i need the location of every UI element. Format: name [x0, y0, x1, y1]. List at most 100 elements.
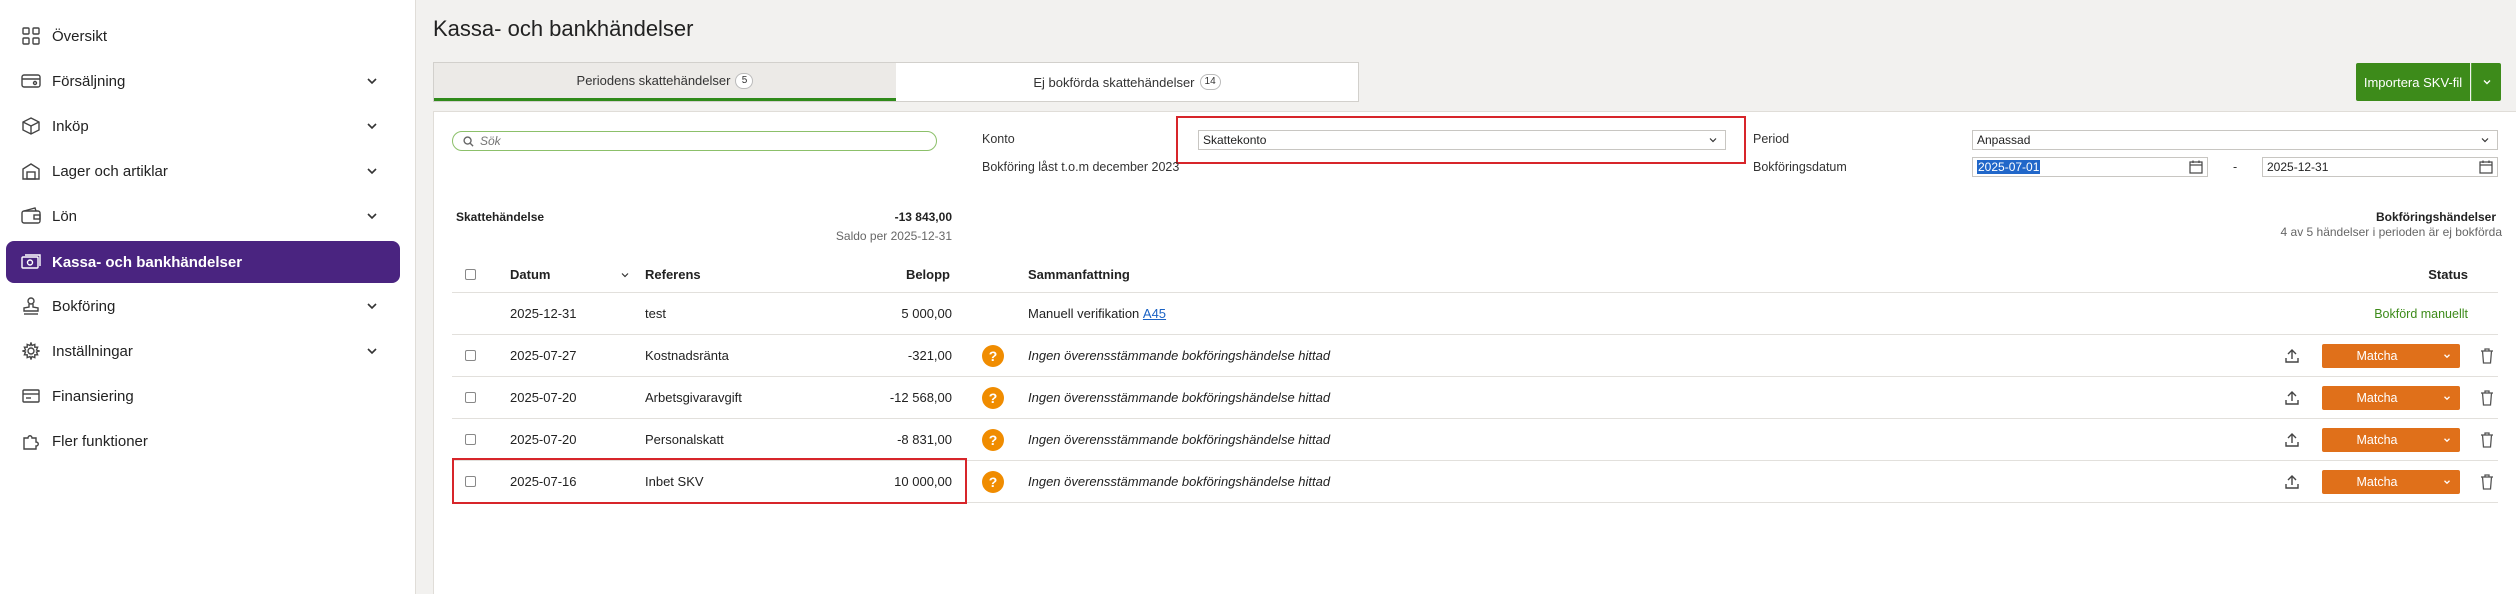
- sidebar-item-forsaljning[interactable]: Försäljning: [6, 61, 400, 101]
- chevron-down-icon: [367, 78, 377, 85]
- gear-icon: [20, 340, 42, 362]
- grid-icon: [20, 25, 42, 47]
- chevron-down-icon: [367, 303, 377, 310]
- sidebar-item-label: Översikt: [52, 27, 108, 45]
- date-to-value: 2025-12-31: [2267, 160, 2329, 174]
- question-icon[interactable]: ?: [982, 428, 1004, 451]
- row-summary: Manuell verifikation A45: [1028, 293, 1166, 334]
- search-input[interactable]: [480, 134, 920, 148]
- sidebar-item-kassa-bank[interactable]: Kassa- och bankhändelser: [6, 241, 400, 283]
- table-row: 2025-07-27 Kostnadsränta -321,00 ? Ingen…: [452, 335, 2498, 377]
- row-date: 2025-07-20: [510, 390, 577, 405]
- row-amount: 5 000,00: [901, 306, 952, 321]
- calendar-icon[interactable]: [2479, 160, 2493, 174]
- sidebar-item-lon[interactable]: Lön: [6, 196, 400, 236]
- sidebar-item-installningar[interactable]: Inställningar: [6, 331, 400, 371]
- wallet-icon: [20, 205, 42, 227]
- bookings-count-text: 4 av 5 händelser i perioden är ej bokför…: [2280, 225, 2502, 239]
- sort-icon[interactable]: [619, 257, 631, 292]
- tab-label: Ej bokförda skattehändelser: [1033, 74, 1195, 90]
- question-icon[interactable]: ?: [982, 470, 1004, 493]
- verification-link[interactable]: A45: [1143, 306, 1166, 321]
- chevron-down-icon: [2444, 480, 2450, 485]
- upload-icon[interactable]: [2284, 335, 2300, 376]
- trash-icon[interactable]: [2480, 377, 2494, 418]
- warehouse-icon: [20, 160, 42, 182]
- table-row: 2025-07-20 Personalskatt -8 831,00 ? Ing…: [452, 419, 2498, 461]
- count-badge: 14: [1199, 74, 1221, 90]
- col-referens[interactable]: Referens: [645, 257, 701, 292]
- row-reference: Personalskatt: [645, 432, 724, 447]
- match-label: Matcha: [2356, 391, 2398, 405]
- upload-icon[interactable]: [2284, 377, 2300, 418]
- date-from-value: 2025-07-01: [1977, 160, 2041, 174]
- upload-icon[interactable]: [2284, 461, 2300, 502]
- sidebar-item-finansiering[interactable]: Finansiering: [6, 376, 400, 416]
- table-header: Datum Referens Belopp Sammanfattning Sta…: [452, 257, 2498, 293]
- question-icon[interactable]: ?: [982, 386, 1004, 409]
- chevron-down-icon: [367, 348, 377, 355]
- table-row: 2025-12-31 test 5 000,00 Manuell verifik…: [452, 293, 2498, 335]
- highlight-box: [452, 458, 967, 504]
- sidebar-item-inkop[interactable]: Inköp: [6, 106, 400, 146]
- konto-label: Konto: [982, 132, 1015, 146]
- match-label: Matcha: [2356, 349, 2398, 363]
- row-reference: Arbetsgivaravgift: [645, 390, 742, 405]
- sidebar-item-lager[interactable]: Lager och artiklar: [6, 151, 400, 191]
- sidebar-item-label: Fler funktioner: [52, 432, 148, 450]
- status-text: Bokförd manuellt: [2374, 306, 2468, 321]
- date-from-field[interactable]: 2025-07-01: [1972, 157, 2208, 177]
- calendar-icon[interactable]: [2189, 160, 2203, 174]
- trash-icon[interactable]: [2480, 461, 2494, 502]
- import-skv-button[interactable]: Importera SKV-fil: [2356, 63, 2470, 101]
- sidebar-item-oversikt[interactable]: Översikt: [6, 16, 400, 56]
- match-label: Matcha: [2356, 475, 2398, 489]
- date-to-field[interactable]: 2025-12-31: [2262, 157, 2498, 177]
- match-button[interactable]: Matcha: [2322, 428, 2460, 452]
- lock-text: Bokföring låst t.o.m december 2023: [982, 160, 1180, 174]
- puzzle-icon: [20, 430, 42, 452]
- sidebar-item-bokforing[interactable]: Bokföring: [6, 286, 400, 326]
- tab-bar: Periodens skattehändelser 5 Ej bokförda …: [433, 62, 1359, 102]
- bank-icon: [20, 251, 42, 273]
- row-summary: Ingen överensstämmande bokföringshändels…: [1028, 474, 1331, 489]
- question-icon[interactable]: ?: [982, 344, 1004, 367]
- chevron-down-icon: [2444, 438, 2450, 443]
- col-datum[interactable]: Datum: [510, 257, 550, 292]
- summary-label: Skattehändelse: [456, 210, 545, 224]
- tab-label: Periodens skattehändelser: [576, 73, 731, 88]
- page-title: Kassa- och bankhändelser: [433, 16, 694, 41]
- summary-text: Manuell verifikation: [1028, 306, 1140, 321]
- summary-amount: -13 843,00: [894, 210, 952, 224]
- search-box[interactable]: [452, 131, 937, 151]
- sidebar-item-label: Bokföring: [52, 297, 116, 315]
- row-reference: test: [645, 306, 666, 321]
- sidebar-item-label: Kassa- och bankhändelser: [52, 253, 243, 271]
- sidebar: Översikt Försäljning Inköp Lager och art…: [0, 0, 416, 594]
- tab-ej-bokforda-skattehandelser[interactable]: Ej bokförda skattehändelser 14: [896, 63, 1358, 101]
- sidebar-item-label: Finansiering: [52, 387, 134, 405]
- period-select[interactable]: Anpassad: [1972, 130, 2498, 150]
- col-belopp[interactable]: Belopp: [906, 257, 950, 292]
- trash-icon[interactable]: [2480, 335, 2494, 376]
- import-options-button[interactable]: [2471, 63, 2501, 101]
- chevron-down-icon: [2481, 138, 2489, 143]
- row-summary: Ingen överensstämmande bokföringshändels…: [1028, 390, 1331, 405]
- row-checkbox[interactable]: [465, 434, 476, 445]
- match-button[interactable]: Matcha: [2322, 344, 2460, 368]
- row-checkbox[interactable]: [465, 392, 476, 403]
- row-summary: Ingen överensstämmande bokföringshändels…: [1028, 432, 1331, 447]
- trash-icon[interactable]: [2480, 419, 2494, 460]
- match-button[interactable]: Matcha: [2322, 470, 2460, 494]
- date-separator: -: [2233, 160, 2238, 174]
- match-button[interactable]: Matcha: [2322, 386, 2460, 410]
- box-icon: [20, 115, 42, 137]
- upload-icon[interactable]: [2284, 419, 2300, 460]
- tab-periodens-skattehandelser[interactable]: Periodens skattehändelser 5: [434, 63, 896, 101]
- sidebar-item-fler-funktioner[interactable]: Fler funktioner: [6, 421, 400, 461]
- row-checkbox[interactable]: [465, 350, 476, 361]
- select-all-checkbox[interactable]: [465, 269, 476, 280]
- chevron-down-icon: [367, 168, 377, 175]
- sidebar-item-label: Lön: [52, 207, 78, 225]
- match-label: Matcha: [2356, 433, 2398, 447]
